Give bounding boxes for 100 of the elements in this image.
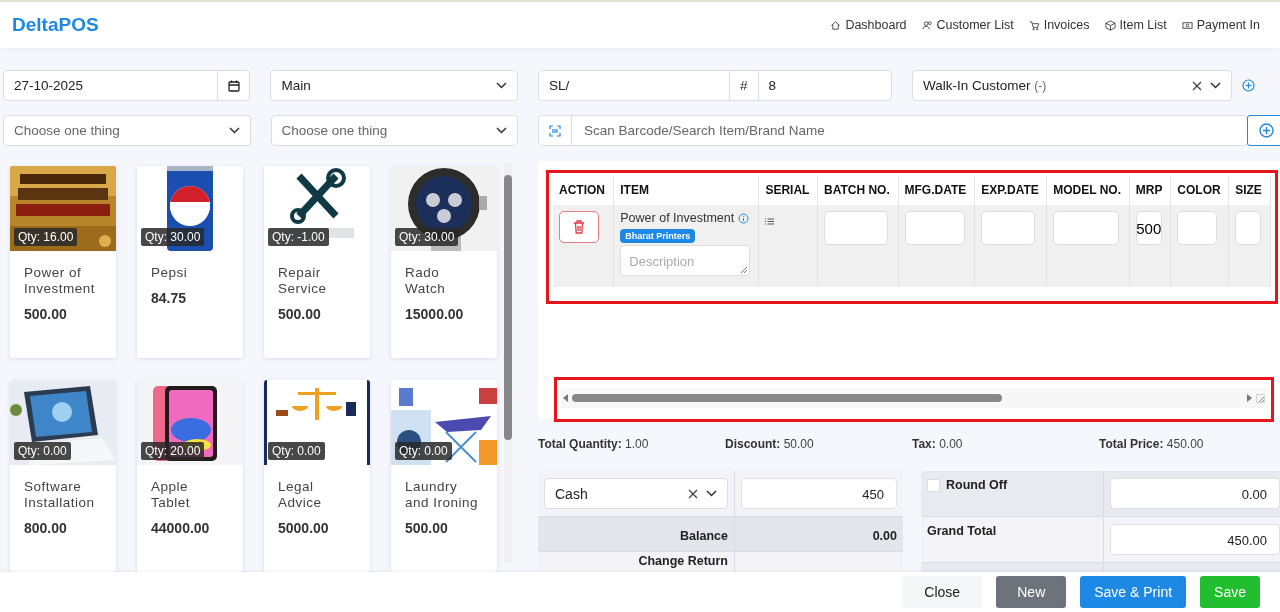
right-arrow-icon[interactable] (1247, 394, 1252, 402)
column-header: ACTION (553, 175, 614, 205)
batch-input[interactable] (824, 211, 888, 245)
invoice-prefix: SL/ (539, 71, 730, 100)
chevron-icon (496, 82, 507, 89)
brand-select[interactable]: Choose one thing (270, 115, 518, 146)
total-summary: Discount: 50.00 (725, 437, 815, 451)
column-header: COLOR (1170, 175, 1229, 205)
grand-total-field[interactable]: 450.00 (1110, 524, 1280, 555)
nav-link[interactable]: Payment In (1181, 18, 1260, 32)
product-price: 5000.00 (277, 519, 330, 536)
change-return-label: Change Return (638, 554, 728, 568)
add-item-button[interactable] (1247, 115, 1280, 146)
search-field[interactable]: Scan Barcode/Search Item/Brand Name (538, 115, 1248, 146)
grand-total-label: Grand Total (927, 524, 997, 538)
chevron-icon (496, 127, 507, 134)
new-button[interactable]: New (996, 576, 1067, 608)
column-header: MODEL NO. (1046, 175, 1130, 205)
product-name: Software Installation (23, 478, 96, 511)
column-header: BATCH NO. (817, 175, 898, 205)
customer-select[interactable]: Walk-In Customer (-) (912, 70, 1232, 101)
column-header: MFG.DATE (898, 175, 975, 205)
nav-link[interactable]: Invoices (1028, 18, 1090, 32)
brand-tag: Bharat Printers (620, 229, 696, 243)
mfg-date-input[interactable] (904, 211, 965, 245)
color-input[interactable] (1177, 211, 1218, 245)
product-card[interactable]: Qty: -1.00 Repair Service 500.00 (264, 166, 370, 358)
barcode-scan-icon (549, 124, 561, 137)
horizontal-scrollbar[interactable] (561, 388, 1267, 408)
total-summary: Tax: 0.00 (912, 437, 964, 451)
close-button[interactable]: Close (902, 576, 983, 608)
product-card[interactable]: Qty: 20.00 Apple Tablet 44000.00 (137, 380, 243, 572)
product-card[interactable]: Qty: 30.00 Rado Watch 15000.00 (391, 166, 497, 358)
quantity-badge: Qty: 0.00 (14, 442, 71, 460)
total-summary: Total Quantity: 1.00 (538, 437, 650, 451)
product-price: 15000.00 (404, 305, 465, 322)
product-card[interactable]: Qty: 0.00 Laundry and Ironing 500.00 (391, 380, 497, 572)
product-name: Power of Investment (23, 264, 97, 297)
column-header: ITEM (613, 175, 759, 205)
chevron-icon (228, 127, 240, 134)
product-name: Legal Advice (277, 478, 323, 511)
cash-icon (1181, 19, 1193, 31)
mrp-input[interactable]: 500 (1135, 211, 1162, 245)
product-price: 500.00 (277, 305, 322, 322)
list-icon[interactable] (765, 218, 775, 225)
product-price: 500.00 (23, 305, 68, 322)
payment-method-select[interactable]: Cash (544, 478, 728, 509)
nav-link[interactable]: Customer List (921, 18, 1014, 32)
column-header: SERIAL (758, 175, 818, 205)
product-name: Pepsi (150, 264, 189, 281)
quantity-badge: Qty: 0.00 (395, 442, 452, 460)
product-card[interactable]: Qty: 0.00 Software Installation 800.00 (10, 380, 116, 572)
round-off-checkbox[interactable] (927, 478, 940, 492)
product-name: Repair Service (277, 264, 328, 297)
total-summary: Total Price: 450.00 (1099, 437, 1205, 451)
chevron-icon (1210, 82, 1221, 89)
product-card[interactable]: Qty: 0.00 Legal Advice 5000.00 (264, 380, 370, 572)
round-off-field[interactable]: 0.00 (1110, 478, 1280, 509)
amount-field[interactable]: 450 (741, 478, 897, 509)
clear-icon[interactable] (1192, 80, 1202, 91)
delete-button[interactable] (559, 211, 599, 243)
info-icon[interactable] (738, 212, 750, 224)
product-card[interactable]: Qty: 30.00 Pepsi 84.75 (137, 166, 243, 358)
add-icon[interactable] (1242, 79, 1255, 92)
quantity-badge: Qty: 30.00 (395, 228, 459, 246)
size-input[interactable] (1235, 211, 1262, 245)
trash-icon (573, 220, 585, 234)
chevron-icon (706, 490, 717, 497)
column-header: SIZE (1228, 175, 1271, 205)
box-icon (1104, 19, 1116, 31)
category-select[interactable]: Choose one thing (3, 115, 251, 146)
model-input[interactable] (1053, 211, 1120, 245)
clear-icon[interactable] (688, 488, 698, 499)
add-icon (1259, 123, 1274, 138)
quantity-badge: Qty: 16.00 (14, 228, 78, 246)
left-arrow-icon[interactable] (563, 394, 568, 402)
date-field[interactable]: 27-10-2025 (3, 70, 251, 101)
brand-logo[interactable]: DeltaPOS (12, 14, 99, 36)
exp-date-input[interactable] (981, 211, 1036, 245)
invoice-number-field[interactable]: SL/ # 8 (538, 70, 892, 101)
nav-link[interactable]: Dashboard (830, 18, 907, 32)
cart-icon (1028, 19, 1040, 31)
nav-link[interactable]: Item List (1104, 18, 1167, 32)
hash-label: # (730, 71, 759, 100)
product-price: 500.00 (404, 519, 449, 536)
product-price: 44000.00 (150, 519, 211, 536)
home-icon (830, 19, 842, 31)
round-off-label: Round Off (946, 478, 1008, 492)
calendar-icon (228, 79, 240, 92)
quantity-badge: Qty: -1.00 (268, 228, 329, 246)
product-card[interactable]: Qty: 16.00 Power of Investment 500.00 (10, 166, 116, 358)
product-name: Rado Watch (404, 264, 447, 297)
scrollbar[interactable] (504, 163, 512, 563)
invoice-number: 8 (767, 78, 777, 93)
resize-grip-icon[interactable] (741, 267, 748, 273)
item-name: Power of Investment (620, 211, 735, 225)
quantity-badge: Qty: 0.00 (268, 442, 325, 460)
save-print-button[interactable]: Save & Print (1080, 576, 1187, 608)
column-header: EXP.DATE (974, 175, 1047, 205)
warehouse-select[interactable]: Main (270, 70, 518, 101)
